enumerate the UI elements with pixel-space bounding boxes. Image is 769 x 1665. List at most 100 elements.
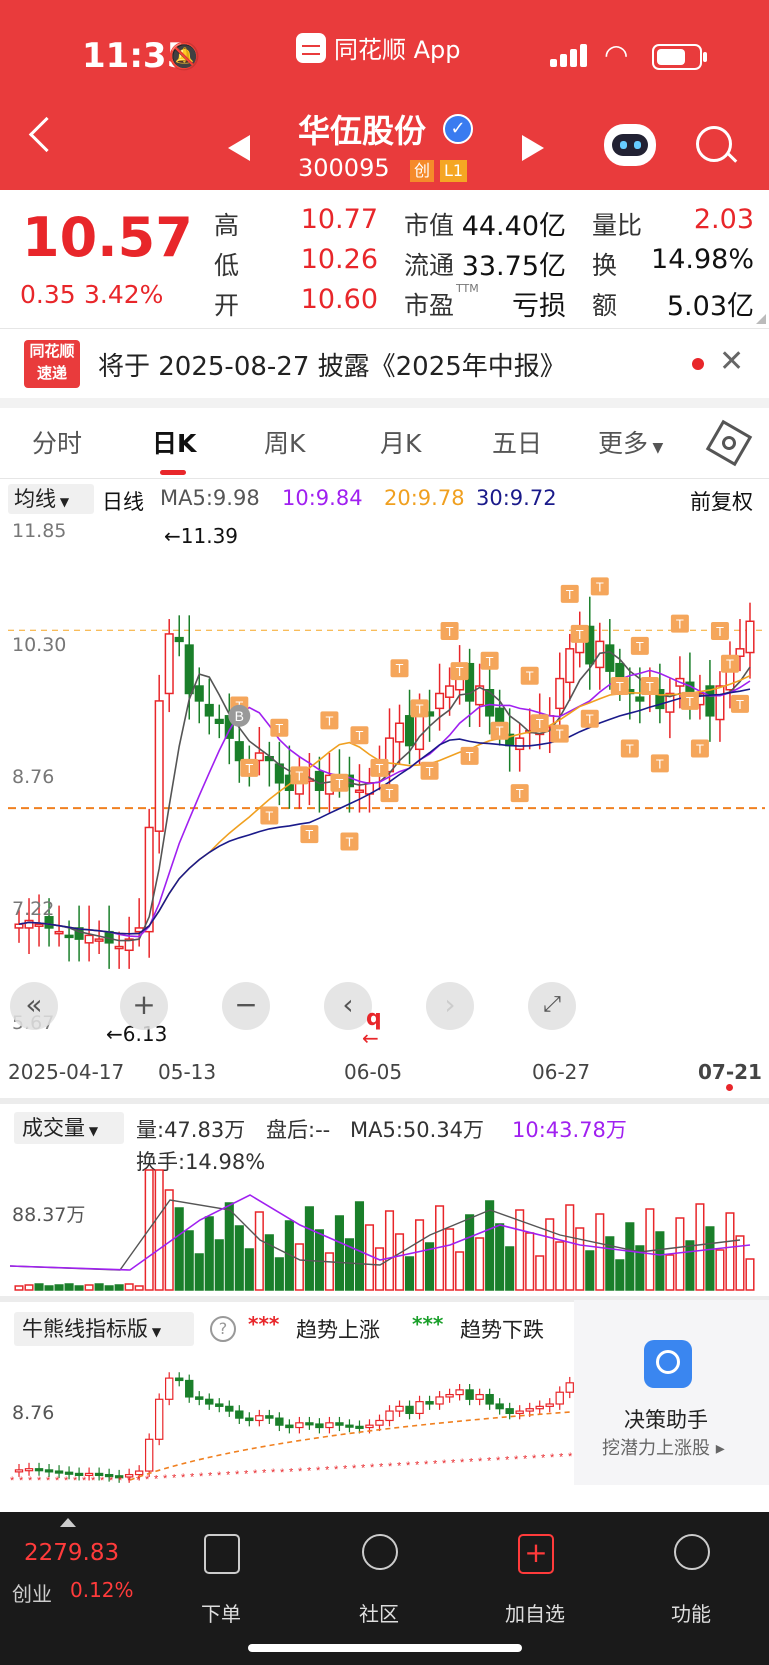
t-marker[interactable]: T	[420, 761, 439, 780]
expand-corner-icon[interactable]	[756, 314, 766, 324]
t-marker[interactable]: T	[670, 614, 689, 633]
trend-dot: *	[424, 1459, 429, 1471]
order-icon[interactable]	[204, 1534, 240, 1574]
x-axis-label: 2025-04-17	[8, 1060, 125, 1084]
t-marker[interactable]: T	[590, 577, 609, 596]
close-icon[interactable]: ✕	[719, 344, 744, 379]
add-watchlist-button[interactable]: 加自选	[495, 1598, 575, 1627]
step-left-icon[interactable]: ‹	[324, 982, 372, 1030]
candle-body	[314, 770, 324, 791]
volume-bar	[585, 1250, 595, 1291]
candle-body	[114, 945, 124, 950]
functions-button[interactable]: 功能	[651, 1598, 731, 1627]
tab-more[interactable]: 更多 ▼	[598, 424, 663, 460]
t-marker[interactable]: T	[380, 784, 399, 803]
t-marker[interactable]: T	[530, 714, 549, 733]
trend-dot: *	[64, 1475, 69, 1487]
t-marker[interactable]: T	[440, 622, 459, 641]
back-arrow-icon[interactable]	[28, 116, 65, 153]
community-button[interactable]: 社区	[339, 1598, 419, 1627]
t-marker[interactable]: T	[290, 766, 309, 785]
t-marker[interactable]: T	[690, 739, 709, 758]
expand-up-icon[interactable]	[60, 1518, 76, 1527]
t-marker[interactable]: T	[560, 584, 579, 603]
candle-body	[605, 644, 615, 672]
t-marker[interactable]: T	[570, 624, 589, 643]
t-marker[interactable]: T	[450, 662, 469, 681]
quote-label-low: 低	[214, 251, 240, 280]
x-axis-label: 07-21	[698, 1060, 762, 1084]
zoom-out-icon[interactable]: −	[222, 982, 270, 1030]
candlestick-chart[interactable]: TTTTTTTTTTTTTTTTTTTTTTTTTTTTTTTTTTTTTTTB	[0, 518, 769, 1048]
t-marker[interactable]: T	[490, 721, 509, 740]
t-marker[interactable]: T	[330, 773, 349, 792]
zoom-in-icon[interactable]: +	[120, 982, 168, 1030]
decision-assistant-card[interactable]: 决策助手 挖潜力上涨股 ▸	[574, 1300, 769, 1485]
help-icon[interactable]: ?	[210, 1316, 236, 1342]
t-marker[interactable]: T	[390, 659, 409, 678]
assistant-subtitle: 挖潜力上涨股 ▸	[602, 1438, 725, 1459]
tab-monthly-k[interactable]: 月K	[380, 424, 421, 460]
t-marker[interactable]: T	[610, 677, 629, 696]
step-right-icon[interactable]: ›	[426, 982, 474, 1030]
t-marker[interactable]: T	[730, 694, 749, 713]
t-marker[interactable]: T	[580, 709, 599, 728]
t-marker[interactable]: T	[710, 622, 729, 641]
t-marker-label: T	[586, 712, 594, 727]
order-button[interactable]: 下单	[181, 1598, 261, 1627]
fullscreen-icon[interactable]: ⤢	[528, 982, 576, 1030]
t-marker[interactable]: T	[460, 746, 479, 765]
prev-stock-icon[interactable]	[228, 135, 250, 161]
t-marker[interactable]: T	[620, 739, 639, 758]
ma-selector[interactable]: 均线 ▼	[8, 484, 94, 514]
quote-value-low: 10.26	[300, 244, 378, 275]
t-marker[interactable]: T	[340, 832, 359, 851]
notice-banner[interactable]: 同花顺 速递 将于 2025-08-27 披露《2025年中报》	[0, 330, 769, 398]
trend-dot: *	[496, 1455, 501, 1467]
t-marker[interactable]: T	[370, 758, 389, 777]
t-marker[interactable]: T	[480, 651, 499, 670]
add-watchlist-icon[interactable]: +	[518, 1534, 554, 1574]
volume-bar	[354, 1201, 365, 1291]
next-stock-icon[interactable]	[522, 135, 544, 161]
t-marker[interactable]: T	[640, 677, 659, 696]
t-marker[interactable]: T	[510, 784, 529, 803]
t-marker[interactable]: T	[320, 711, 339, 730]
volume-bar	[64, 1283, 74, 1291]
t-marker[interactable]: T	[240, 758, 259, 777]
dropdown-icon: ▼	[148, 1325, 162, 1339]
t-marker[interactable]: T	[650, 754, 669, 773]
t-marker[interactable]: T	[680, 691, 699, 710]
t-marker[interactable]: T	[520, 666, 539, 685]
stock-code: 300095	[298, 154, 390, 182]
t-marker[interactable]: T	[350, 726, 369, 745]
scroll-left-icon[interactable]: «	[10, 982, 58, 1030]
t-marker[interactable]: T	[550, 724, 569, 743]
ma20-value: 20:9.78	[384, 486, 465, 510]
t-marker[interactable]: T	[410, 699, 429, 718]
adjust-mode[interactable]: 前复权	[690, 486, 753, 516]
t-marker[interactable]: T	[720, 654, 739, 673]
ind-body	[445, 1393, 454, 1398]
t-marker[interactable]: T	[300, 825, 319, 844]
quote-label-volratio: 量比	[592, 211, 643, 240]
menu-icon[interactable]	[674, 1534, 710, 1570]
assistant-robot-icon[interactable]	[604, 124, 656, 166]
tab-daily-k[interactable]: 日K	[152, 424, 196, 460]
quote-value-volratio: 2.03	[693, 204, 754, 235]
volume-bar	[615, 1259, 625, 1291]
t-marker[interactable]: T	[270, 718, 289, 737]
t-marker[interactable]: T	[630, 636, 649, 655]
search-icon[interactable]	[696, 126, 732, 162]
settings-gear-icon[interactable]	[705, 419, 753, 467]
volume-bar	[94, 1283, 104, 1291]
tab-intraday[interactable]: 分时	[32, 424, 82, 460]
community-icon[interactable]	[362, 1534, 398, 1570]
trend-dot: *	[568, 1451, 573, 1463]
dropdown-icon: ▼	[85, 1124, 99, 1138]
volume-bar	[555, 1241, 565, 1291]
index-value[interactable]: 2279.83	[24, 1540, 119, 1566]
tab-five-day[interactable]: 五日	[492, 424, 542, 460]
tab-weekly-k[interactable]: 周K	[264, 424, 305, 460]
t-marker[interactable]: T	[260, 806, 279, 825]
